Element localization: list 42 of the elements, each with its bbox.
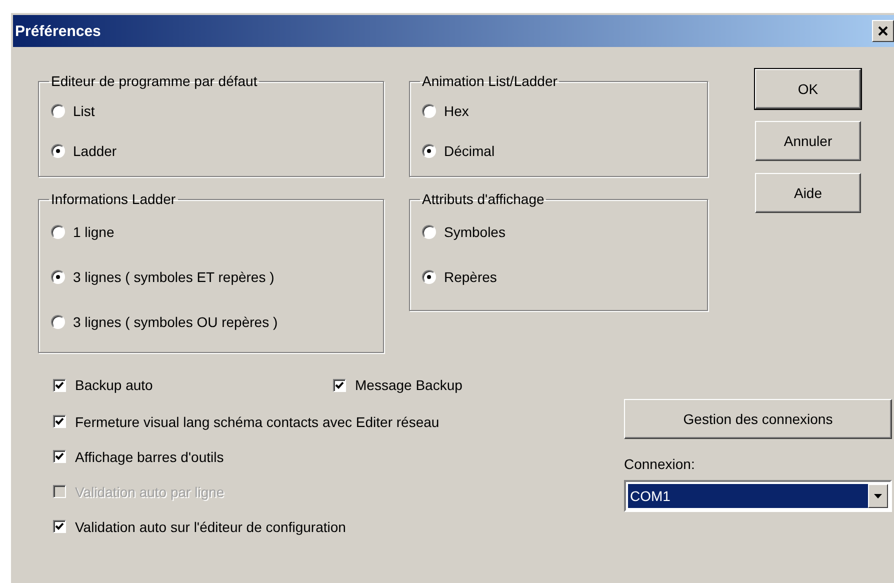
radio-button[interactable] (422, 270, 436, 284)
close-icon (878, 26, 888, 36)
checkbox[interactable] (53, 378, 66, 392)
radio-button[interactable] (51, 104, 65, 118)
radio-label: 3 lignes ( symboles OU repères ) (73, 314, 278, 330)
radio-button[interactable] (51, 144, 65, 158)
radio-button[interactable] (51, 224, 65, 238)
radio-label: Repères (444, 268, 497, 284)
checkbox-label: Message Backup (355, 377, 462, 393)
group-title: Informations Ladder (50, 191, 177, 207)
connections-button[interactable]: Gestion des connexions (624, 399, 892, 439)
radio-label: List (73, 103, 95, 119)
checkbox-label: Fermeture visual lang schéma contacts avec Editer réseau (75, 414, 440, 430)
window-title: Préférences (14, 22, 101, 40)
checkbox-label: Backup auto (75, 377, 153, 393)
dropdown-value: COM1 (628, 484, 868, 508)
group-title: Animation List/Ladder (421, 73, 558, 89)
radio-label: 1 ligne (73, 224, 114, 240)
radio-button[interactable] (51, 314, 65, 328)
group-title: Attributs d'affichage (421, 191, 546, 207)
dialog-button[interactable]: Aide (755, 173, 861, 213)
dialog-button[interactable]: Annuler (755, 121, 861, 161)
radio-label: Ladder (73, 143, 117, 159)
radio-button[interactable] (422, 144, 436, 158)
radio-button[interactable] (422, 104, 436, 118)
radio-label: Hex (444, 103, 469, 119)
connection-label: Connexion: (624, 456, 696, 472)
connection-dropdown[interactable]: COM1 (624, 480, 892, 512)
group-title: Editeur de programme par défaut (50, 73, 258, 89)
close-button[interactable] (872, 20, 894, 42)
checkbox[interactable] (53, 415, 66, 428)
radio-label: Symboles (444, 224, 506, 240)
checkbox-label: Affichage barres d'outils (75, 448, 224, 464)
radio-button[interactable] (51, 270, 65, 284)
dialog-button[interactable]: OK (755, 69, 861, 109)
checkbox[interactable] (53, 520, 66, 533)
radio-button[interactable] (422, 224, 436, 238)
checkbox-label: Validation auto sur l'éditeur de configuration (75, 518, 346, 534)
checkbox[interactable] (333, 378, 346, 392)
radio-label: 3 lignes ( symboles ET repères ) (73, 268, 274, 284)
checkbox[interactable] (53, 450, 66, 463)
radio-label: Décimal (444, 143, 495, 159)
